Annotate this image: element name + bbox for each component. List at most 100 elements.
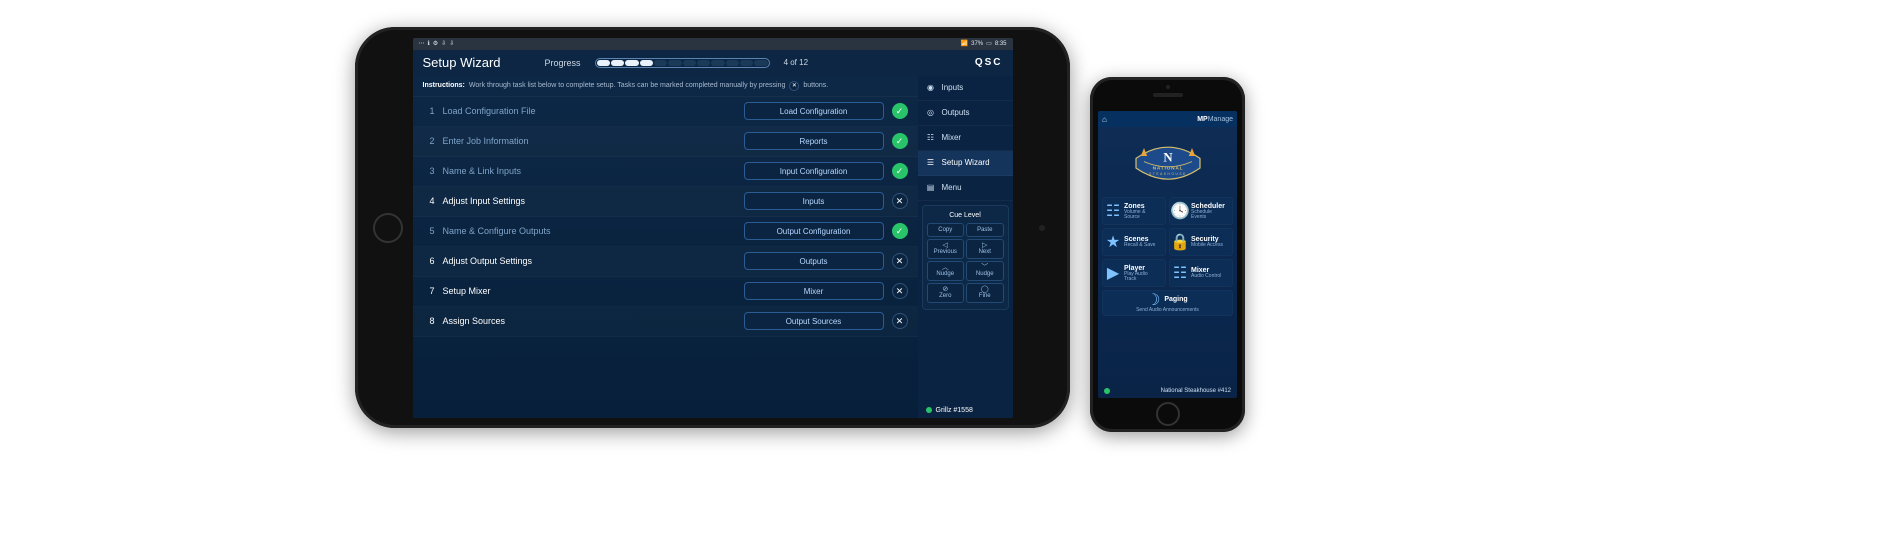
task-name: Adjust Output Settings — [443, 256, 736, 266]
tile-mixer[interactable]: ☷ MixerAudio Control — [1169, 259, 1233, 287]
output-sources-button[interactable]: Output Sources — [744, 312, 884, 330]
previous-button[interactable]: ◁Previous — [927, 239, 965, 259]
sidebar-item-outputs[interactable]: ◎ Outputs — [918, 101, 1013, 126]
status-todo-icon[interactable]: ✕ — [892, 193, 908, 209]
phone-header: ⌂ MPManage — [1098, 111, 1237, 127]
instructions-text-post: buttons. — [803, 82, 828, 89]
brand-logo: QSC — [975, 57, 1003, 68]
task-row: 3 Name & Link Inputs Input Configuration… — [413, 157, 918, 187]
menu-icon: ▤ — [926, 183, 936, 193]
venue-name-bottom: STEAKHOUSE — [1149, 172, 1187, 176]
status-done-icon[interactable]: ✓ — [892, 163, 908, 179]
phone-screen: ⌂ MPManage N NATIONAL STEAKHOUSE ☷ Zones… — [1098, 111, 1237, 398]
fine-icon: ◯ — [981, 286, 989, 293]
sidebar-item-inputs[interactable]: ◉ Inputs — [918, 76, 1013, 101]
status-dot-icon — [926, 407, 932, 413]
task-name: Name & Configure Outputs — [443, 226, 736, 236]
sidebar-item-menu[interactable]: ▤ Menu — [918, 176, 1013, 201]
load-configuration-button[interactable]: Load Configuration — [744, 102, 884, 120]
status-done-icon[interactable]: ✓ — [892, 223, 908, 239]
zero-icon: ⊘ — [942, 286, 948, 293]
sidebar-item-label: Outputs — [942, 108, 970, 117]
task-row: 7 Setup Mixer Mixer ✕ — [413, 277, 918, 307]
chevron-up-icon: ︿ — [942, 264, 949, 271]
chevron-down-icon: ﹀ — [981, 264, 988, 271]
status-todo-icon[interactable]: ✕ — [892, 253, 908, 269]
tile-paging[interactable]: ☽Paging Send Audio Announcements — [1102, 290, 1233, 316]
ipad-home-button[interactable] — [373, 213, 403, 243]
page-title: Setup Wizard — [423, 55, 501, 70]
tile-scenes[interactable]: ★ ScenesRecall & Save — [1102, 228, 1166, 256]
paging-icon: ☽ — [1147, 294, 1159, 306]
task-name: Assign Sources — [443, 316, 736, 326]
status-done-icon[interactable]: ✓ — [892, 133, 908, 149]
app-title: MPManage — [1197, 116, 1233, 123]
phone-home-button[interactable] — [1156, 402, 1180, 426]
status-dot-icon — [1104, 388, 1110, 394]
status-done-icon[interactable]: ✓ — [892, 103, 908, 119]
sidebar-item-label: Inputs — [942, 83, 964, 92]
close-icon: ✕ — [789, 81, 799, 91]
outputs-button[interactable]: Outputs — [744, 252, 884, 270]
battery-icon: ▭ — [986, 40, 992, 47]
progress-text: 4 of 12 — [784, 58, 808, 67]
sidebar-item-label: Mixer — [942, 133, 962, 142]
instructions-label: Instructions: — [423, 82, 465, 89]
connection-label: National Steakhouse #412 — [1161, 388, 1231, 394]
phone-speaker — [1153, 93, 1183, 97]
task-row: 5 Name & Configure Outputs Output Config… — [413, 217, 918, 247]
tile-grid: ☷ ZonesVolume & Source 🕓 SchedulerSchedu… — [1098, 197, 1237, 316]
security-icon: 🔒 — [1174, 236, 1186, 248]
connection-label: Grillz #1558 — [936, 407, 973, 414]
input-configuration-button[interactable]: Input Configuration — [744, 162, 884, 180]
zero-button[interactable]: ⊘Zero — [927, 283, 965, 303]
status-todo-icon[interactable]: ✕ — [892, 313, 908, 329]
phone-camera — [1166, 85, 1170, 89]
tile-zones[interactable]: ☷ ZonesVolume & Source — [1102, 197, 1166, 225]
progress-bar — [595, 58, 770, 68]
clock: 8:35 — [995, 41, 1007, 47]
home-icon[interactable]: ⌂ — [1102, 115, 1107, 124]
mixer-button[interactable]: Mixer — [744, 282, 884, 300]
phone-connection-status: National Steakhouse #412 — [1098, 384, 1237, 398]
battery-percent: 37% — [971, 41, 983, 47]
dl-icon: ⇩ — [441, 40, 446, 47]
tile-scheduler[interactable]: 🕓 SchedulerSchedule Events — [1169, 197, 1233, 225]
paste-button[interactable]: Paste — [966, 223, 1004, 237]
venue-logo: N NATIONAL STEAKHOUSE — [1098, 127, 1237, 197]
gear-icon: ⚙ — [433, 40, 438, 47]
tablet-screen: ⋯ ℹ ⚙ ⇩ ⇩ 📶 37% ▭ 8:35 Setup Wizard Prog… — [413, 38, 1013, 418]
fine-button[interactable]: ◯Fine — [966, 283, 1004, 303]
header: Setup Wizard Progress 4 of 12 QSC — [413, 50, 1013, 76]
sidebar-item-mixer[interactable]: ☷ Mixer — [918, 126, 1013, 151]
player-icon: ▶ — [1107, 267, 1119, 279]
sidebar-item-setup-wizard[interactable]: ☰ Setup Wizard — [918, 151, 1013, 176]
task-name: Load Configuration File — [443, 106, 736, 116]
nudge-down-button[interactable]: ﹀Nudge — [966, 261, 1004, 281]
ipad-device: ⋯ ℹ ⚙ ⇩ ⇩ 📶 37% ▭ 8:35 Setup Wizard Prog… — [355, 27, 1070, 428]
next-button[interactable]: ▷Next — [966, 239, 1004, 259]
reports-button[interactable]: Reports — [744, 132, 884, 150]
progress-label: Progress — [545, 58, 581, 68]
tile-security[interactable]: 🔒 SecurityMobile Access — [1169, 228, 1233, 256]
scenes-icon: ★ — [1107, 236, 1119, 248]
connection-status: Grillz #1558 — [918, 403, 1013, 418]
task-row: 8 Assign Sources Output Sources ✕ — [413, 307, 918, 337]
venue-name-top: NATIONAL — [1152, 166, 1183, 172]
nudge-up-button[interactable]: ︿Nudge — [927, 261, 965, 281]
output-configuration-button[interactable]: Output Configuration — [744, 222, 884, 240]
task-name: Name & Link Inputs — [443, 166, 736, 176]
copy-button[interactable]: Copy — [927, 223, 965, 237]
task-name: Adjust Input Settings — [443, 196, 736, 206]
chevron-right-icon: ▷ — [982, 242, 987, 249]
status-todo-icon[interactable]: ✕ — [892, 283, 908, 299]
task-list: 1 Load Configuration File Load Configura… — [413, 97, 918, 418]
tile-player[interactable]: ▶ PlayerPlay Audio Track — [1102, 259, 1166, 287]
sidebar-item-label: Menu — [942, 183, 962, 192]
cue-panel: Cue Level Copy Paste ◁Previous ▷Next ︿Nu… — [922, 205, 1009, 310]
instructions-row: Instructions: Work through task list bel… — [413, 76, 918, 97]
inputs-button[interactable]: Inputs — [744, 192, 884, 210]
dl2-icon: ⇩ — [449, 40, 454, 47]
task-name: Setup Mixer — [443, 286, 736, 296]
chevron-left-icon: ◁ — [943, 242, 948, 249]
